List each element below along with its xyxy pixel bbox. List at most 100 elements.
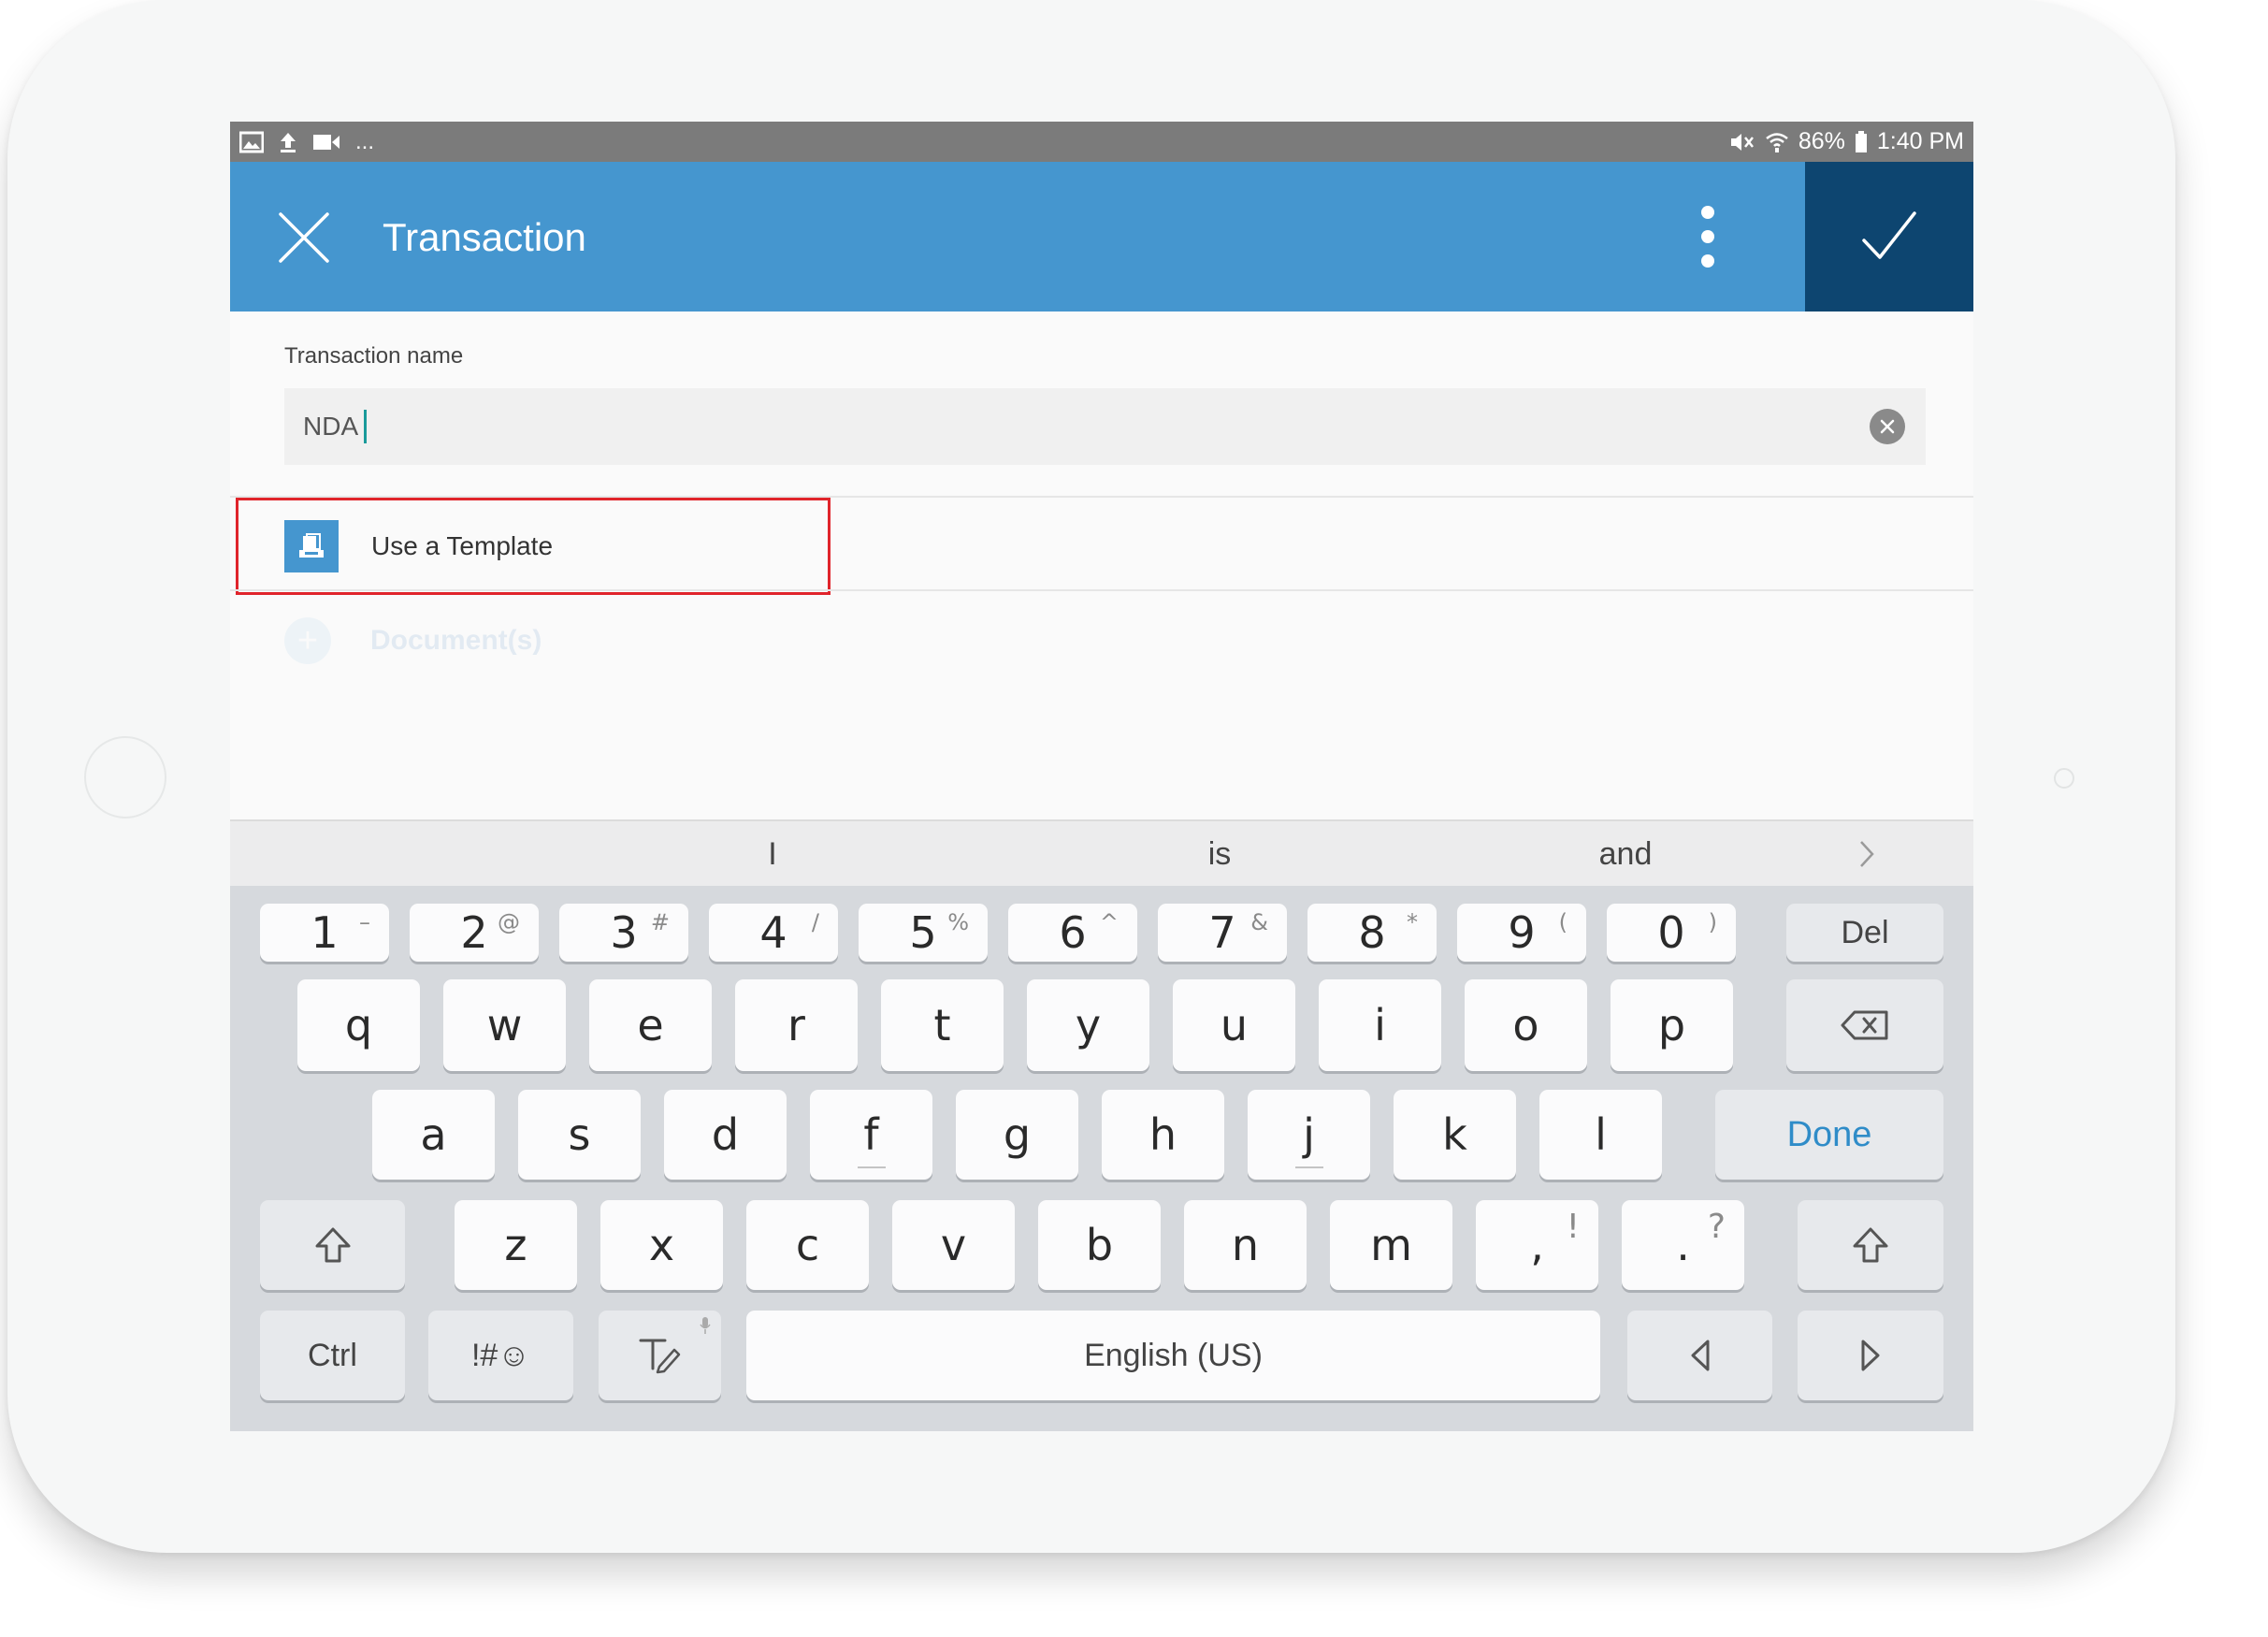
key-sublabel: # — [650, 909, 670, 935]
symbols-key[interactable]: !#☺ — [428, 1311, 573, 1400]
key-0[interactable]: 0) — [1607, 904, 1736, 962]
key-2[interactable]: 2 @ — [410, 904, 539, 962]
clear-button[interactable] — [1870, 409, 1905, 444]
key-h[interactable]: h — [1102, 1090, 1224, 1180]
key-e[interactable]: e — [589, 979, 712, 1071]
key-sublabel: @ — [498, 909, 520, 935]
tablet-frame: ... 86% 1:40 PM Transaction Transaction … — [7, 0, 2175, 1553]
cursor-right-key[interactable] — [1798, 1311, 1943, 1400]
key-7[interactable]: 7 & — [1158, 904, 1287, 962]
use-template-label: Use a Template — [371, 531, 554, 560]
key-n[interactable]: n — [1184, 1200, 1307, 1290]
key-d[interactable]: d — [664, 1090, 787, 1180]
transaction-name-label: Transaction name — [284, 343, 464, 369]
key-label: 8 — [1358, 907, 1386, 958]
key-i[interactable]: i — [1319, 979, 1441, 1071]
status-overflow: ... — [355, 128, 375, 154]
chevron-right-icon[interactable] — [1857, 838, 1876, 870]
key-period[interactable]: .? — [1622, 1200, 1744, 1290]
close-button[interactable] — [275, 209, 333, 267]
more-vertical-icon — [1701, 206, 1714, 268]
clear-icon — [1880, 419, 1895, 434]
suggestion-2[interactable]: is — [1126, 821, 1313, 888]
mute-icon — [1730, 133, 1754, 151]
arrow-left-icon — [1691, 1340, 1709, 1371]
key-label: , — [1530, 1220, 1544, 1270]
home-button[interactable] — [84, 736, 166, 818]
divider — [230, 589, 1973, 591]
key-o[interactable]: o — [1465, 979, 1587, 1071]
confirm-button[interactable] — [1805, 162, 1973, 311]
delete-key[interactable]: Del — [1786, 904, 1943, 962]
key-5[interactable]: 5% — [859, 904, 988, 962]
key-p[interactable]: p — [1611, 979, 1733, 1071]
check-icon — [1862, 211, 1916, 259]
keyboard: 1– 2 @ 3 # 4/ 5% 6 ^ 7 & 8 * 9( 0) Del q w e … — [230, 886, 1973, 1431]
key-m[interactable]: m — [1330, 1200, 1452, 1290]
key-6[interactable]: 6 ^ — [1008, 904, 1137, 962]
key-sublabel: ^ — [1099, 909, 1119, 935]
key-9[interactable]: 9( — [1457, 904, 1586, 962]
key-label: j — [1303, 1109, 1315, 1160]
status-bar: ... 86% 1:40 PM — [230, 122, 1973, 162]
key-t[interactable]: t — [881, 979, 1004, 1071]
key-z[interactable]: z — [455, 1200, 577, 1290]
handwriting-icon — [639, 1339, 680, 1374]
key-label: 3 — [610, 907, 638, 958]
key-8[interactable]: 8 * — [1307, 904, 1437, 962]
status-left: ... — [239, 129, 374, 155]
key-1[interactable]: 1– — [260, 904, 389, 962]
ctrl-key[interactable]: Ctrl — [260, 1311, 405, 1400]
done-key[interactable]: Done — [1715, 1090, 1943, 1180]
text-cursor — [364, 410, 368, 443]
key-w[interactable]: w — [443, 979, 566, 1071]
cursor-left-key[interactable] — [1627, 1311, 1772, 1400]
key-sublabel: % — [947, 909, 969, 935]
key-q[interactable]: q — [297, 979, 420, 1071]
key-a[interactable]: a — [372, 1090, 495, 1180]
key-v[interactable]: v — [892, 1200, 1015, 1290]
space-key[interactable]: English (US) — [746, 1311, 1600, 1400]
template-icon — [284, 520, 339, 572]
image-icon — [239, 131, 264, 152]
screen: ... 86% 1:40 PM Transaction Transaction … — [230, 122, 1973, 1431]
backspace-icon — [1841, 1010, 1888, 1040]
key-j[interactable]: j — [1248, 1090, 1370, 1180]
add-documents-button[interactable]: + Document(s) — [284, 617, 542, 664]
key-f[interactable]: f — [810, 1090, 932, 1180]
battery-percent: 86% — [1798, 128, 1845, 154]
suggestion-1[interactable]: I — [679, 821, 866, 888]
key-sublabel: & — [1250, 909, 1268, 935]
key-comma[interactable]: ,! — [1476, 1200, 1598, 1290]
key-b[interactable]: b — [1038, 1200, 1161, 1290]
key-k[interactable]: k — [1394, 1090, 1516, 1180]
key-x[interactable]: x — [600, 1200, 723, 1290]
key-4[interactable]: 4/ — [709, 904, 838, 962]
suggestion-3[interactable]: and — [1532, 821, 1719, 888]
key-g[interactable]: g — [956, 1090, 1078, 1180]
key-c[interactable]: c — [746, 1200, 869, 1290]
key-label: 2 — [460, 907, 488, 958]
key-label: 5 — [909, 907, 937, 958]
key-s[interactable]: s — [518, 1090, 641, 1180]
status-right: 86% 1:40 PM — [1729, 128, 1964, 155]
backspace-key[interactable] — [1786, 979, 1943, 1071]
key-sublabel: * — [1407, 909, 1418, 935]
status-time: 1:40 PM — [1876, 128, 1964, 154]
key-u[interactable]: u — [1173, 979, 1295, 1071]
key-y[interactable]: y — [1027, 979, 1149, 1071]
shift-left-key[interactable] — [260, 1200, 405, 1290]
transaction-name-input[interactable]: NDA — [284, 388, 1926, 465]
documents-label: Document(s) — [370, 625, 542, 656]
shift-right-key[interactable] — [1798, 1200, 1943, 1290]
home-key-marker — [1294, 1166, 1323, 1168]
key-label: 1 — [311, 907, 339, 958]
more-options-button[interactable] — [1680, 203, 1736, 270]
key-r[interactable]: r — [735, 979, 858, 1071]
key-3[interactable]: 3 # — [559, 904, 688, 962]
wifi-icon — [1766, 132, 1788, 152]
camera-dot — [2054, 768, 2074, 789]
use-template-button[interactable]: Use a Template — [236, 498, 831, 595]
handwriting-key[interactable] — [599, 1311, 721, 1400]
key-l[interactable]: l — [1539, 1090, 1662, 1180]
